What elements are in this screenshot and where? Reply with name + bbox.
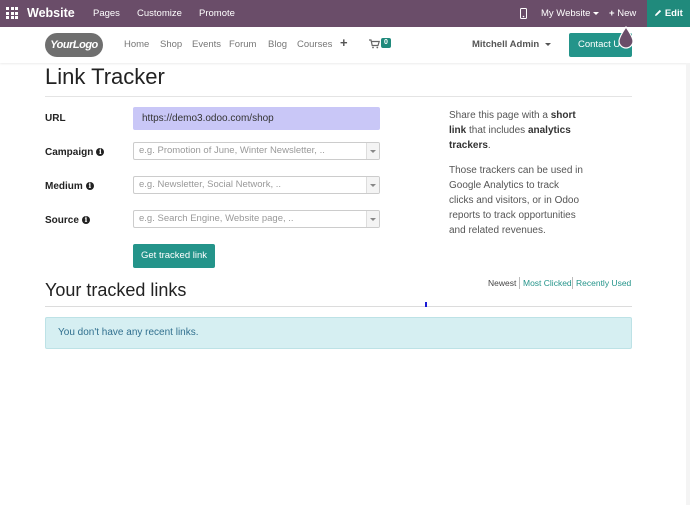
plus-icon: + xyxy=(609,8,615,19)
get-tracked-link-button[interactable]: Get tracked link xyxy=(133,244,215,268)
menu-customize[interactable]: Customize xyxy=(137,0,182,27)
user-name: Mitchell Admin xyxy=(472,39,540,50)
user-menu[interactable]: Mitchell Admin xyxy=(472,38,552,52)
medium-label-text: Medium xyxy=(45,181,83,192)
links-divider xyxy=(45,306,632,307)
admin-topbar: Website Pages Customize Promote My Websi… xyxy=(0,0,690,27)
chevron-down-icon xyxy=(545,42,552,46)
sort-divider xyxy=(519,277,520,289)
drop-cursor-icon xyxy=(618,26,634,49)
cart-count-badge: 0 xyxy=(381,38,391,48)
side-text: . xyxy=(487,140,491,151)
add-menu-icon[interactable]: + xyxy=(340,36,348,50)
info-icon[interactable]: i xyxy=(85,182,94,191)
page-title: Link Tracker xyxy=(45,64,165,89)
edit-label: Edit xyxy=(664,8,683,19)
source-label: Source i xyxy=(45,214,90,228)
menu-pages[interactable]: Pages xyxy=(93,0,120,27)
sort-newest[interactable]: Newest xyxy=(488,277,516,289)
apps-menu-icon[interactable] xyxy=(6,7,18,19)
page-scrollbar[interactable] xyxy=(686,63,690,505)
new-label: New xyxy=(617,8,637,19)
cart-icon xyxy=(369,39,381,49)
sort-most-clicked[interactable]: Most Clicked xyxy=(523,277,572,289)
empty-links-alert: You don't have any recent links. xyxy=(45,317,632,349)
campaign-label-text: Campaign xyxy=(45,147,94,158)
chevron-down-icon xyxy=(366,211,379,227)
nav-link-forum[interactable]: Forum xyxy=(229,38,256,52)
mobile-preview-icon[interactable] xyxy=(520,0,527,27)
source-label-text: Source xyxy=(45,215,79,226)
side-description-1: Share this page with a short link that i… xyxy=(449,108,584,153)
new-button[interactable]: + New xyxy=(609,0,636,27)
website-app-title[interactable]: Website xyxy=(27,0,75,27)
url-input[interactable]: https://demo3.odoo.com/shop xyxy=(133,107,380,130)
side-text: that includes xyxy=(466,125,528,136)
sort-recently-used[interactable]: Recently Used xyxy=(576,277,631,289)
info-icon[interactable]: i xyxy=(81,216,90,225)
website-selector[interactable]: My Website xyxy=(541,0,600,27)
nav-link-events[interactable]: Events xyxy=(192,38,221,52)
site-logo[interactable]: YourLogo xyxy=(45,33,103,57)
url-label: URL xyxy=(45,113,66,124)
medium-label: Medium i xyxy=(45,180,94,194)
edit-button[interactable]: Edit xyxy=(647,0,690,27)
campaign-label: Campaign i xyxy=(45,146,105,160)
medium-placeholder: e.g. Newsletter, Social Network, .. xyxy=(139,179,282,190)
nav-link-shop[interactable]: Shop xyxy=(160,38,182,52)
chevron-down-icon xyxy=(366,143,379,159)
info-icon[interactable]: i xyxy=(96,148,105,157)
title-divider xyxy=(45,96,632,97)
side-description-2: Those trackers can be used in Google Ana… xyxy=(449,165,583,236)
website-selector-label: My Website xyxy=(541,8,591,19)
pencil-icon xyxy=(655,10,662,17)
nav-link-courses[interactable]: Courses xyxy=(297,38,332,52)
side-text: Share this page with a xyxy=(449,110,551,121)
cart-link[interactable]: 0 xyxy=(369,38,391,52)
chevron-down-icon xyxy=(593,11,600,15)
chevron-down-icon xyxy=(366,177,379,193)
sort-divider xyxy=(572,277,573,289)
campaign-select[interactable]: e.g. Promotion of June, Winter Newslette… xyxy=(133,142,380,160)
menu-promote[interactable]: Promote xyxy=(199,0,235,27)
source-select[interactable]: e.g. Search Engine, Website page, .. xyxy=(133,210,380,228)
source-placeholder: e.g. Search Engine, Website page, .. xyxy=(139,213,294,224)
nav-link-home[interactable]: Home xyxy=(124,38,149,52)
medium-select[interactable]: e.g. Newsletter, Social Network, .. xyxy=(133,176,380,194)
text-cursor-marker xyxy=(425,302,427,307)
tracked-links-heading: Your tracked links xyxy=(45,280,187,300)
campaign-placeholder: e.g. Promotion of June, Winter Newslette… xyxy=(139,145,325,156)
nav-link-blog[interactable]: Blog xyxy=(268,38,287,52)
